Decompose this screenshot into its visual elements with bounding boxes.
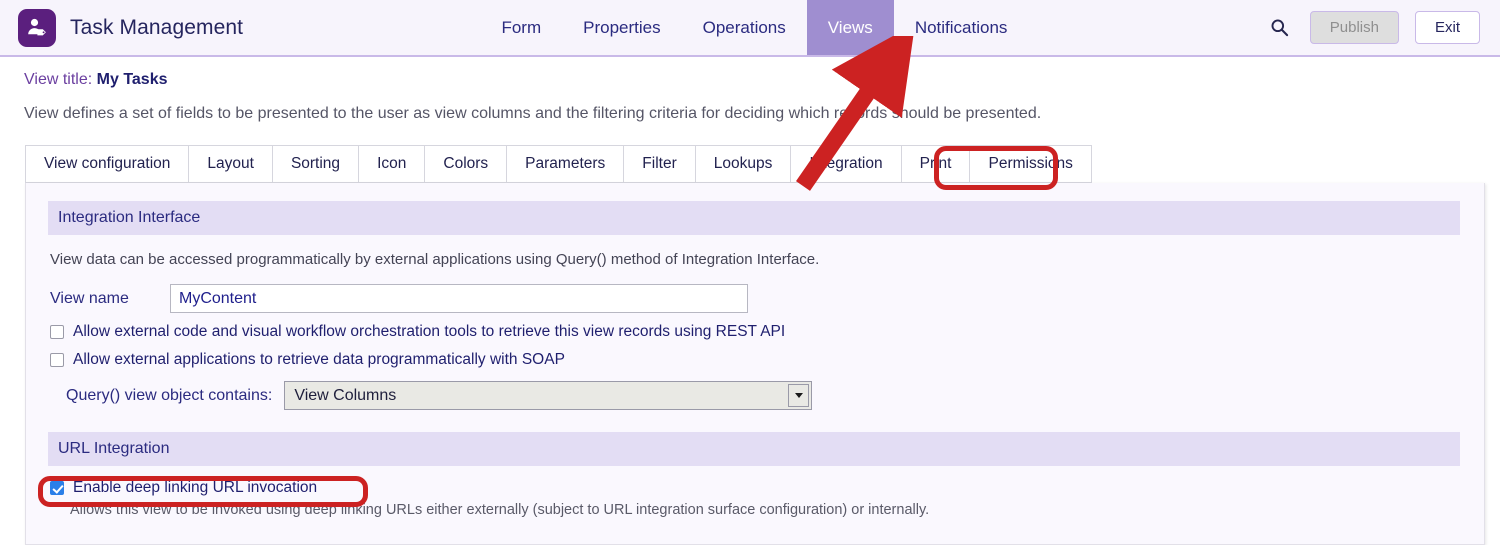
checkbox-row-rest-api[interactable]: Allow external code and visual workflow … <box>48 323 1462 341</box>
chevron-down-icon[interactable] <box>788 384 809 407</box>
nav-item-properties[interactable]: Properties <box>562 0 681 55</box>
publish-button[interactable]: Publish <box>1310 11 1399 44</box>
tab-print[interactable]: Print <box>901 145 970 183</box>
tab-view-configuration[interactable]: View configuration <box>25 145 188 183</box>
app-title: Task Management <box>70 16 243 40</box>
integration-interface-note: View data can be accessed programmatical… <box>50 251 1462 268</box>
checkbox-rest-api[interactable] <box>50 325 64 339</box>
checkbox-deep-linking-label: Enable deep linking URL invocation <box>73 479 317 497</box>
view-description: View defines a set of fields to be prese… <box>24 105 1500 123</box>
tab-sorting[interactable]: Sorting <box>272 145 358 183</box>
view-name-label: View name <box>48 290 170 308</box>
query-object-select[interactable]: View Columns <box>284 381 812 410</box>
view-name-row: View name <box>48 284 1462 313</box>
tab-layout[interactable]: Layout <box>188 145 272 183</box>
tab-icon[interactable]: Icon <box>358 145 424 183</box>
tab-integration[interactable]: Integration <box>790 145 900 183</box>
checkbox-soap[interactable] <box>50 353 64 367</box>
integration-settings-panel: Integration Interface View data can be a… <box>25 183 1485 545</box>
nav-item-operations[interactable]: Operations <box>682 0 807 55</box>
view-title-prefix: View title: <box>24 71 92 88</box>
main-navigation: Form Properties Operations Views Notific… <box>243 0 1266 55</box>
query-object-row: Query() view object contains: View Colum… <box>48 381 1462 410</box>
deep-linking-hint: Allows this view to be invoked using dee… <box>48 502 1462 518</box>
checkbox-rest-api-label: Allow external code and visual workflow … <box>73 323 785 341</box>
view-title-value: My Tasks <box>97 71 168 88</box>
view-meta: View title: My Tasks View defines a set … <box>0 57 1500 123</box>
query-object-label: Query() view object contains: <box>66 387 272 405</box>
checkbox-row-deep-linking[interactable]: Enable deep linking URL invocation <box>48 479 1462 497</box>
nav-item-notifications[interactable]: Notifications <box>894 0 1029 55</box>
tab-colors[interactable]: Colors <box>424 145 506 183</box>
view-title: View title: My Tasks <box>24 71 1500 89</box>
url-integration-heading: URL Integration <box>48 432 1460 466</box>
checkbox-row-soap[interactable]: Allow external applications to retrieve … <box>48 351 1462 369</box>
app-brand: Task Management <box>0 0 243 55</box>
integration-interface-heading: Integration Interface <box>48 201 1460 235</box>
query-object-selected-value: View Columns <box>285 387 396 405</box>
tab-parameters[interactable]: Parameters <box>506 145 623 183</box>
checkbox-deep-linking[interactable] <box>50 481 64 495</box>
header-actions: Publish Exit <box>1266 0 1500 55</box>
nav-item-views[interactable]: Views <box>807 0 894 55</box>
user-tag-icon <box>18 9 56 47</box>
top-header-bar: Task Management Form Properties Operatio… <box>0 0 1500 57</box>
settings-tab-row: View configuration Layout Sorting Icon C… <box>0 143 1500 183</box>
tab-permissions[interactable]: Permissions <box>969 145 1091 183</box>
view-name-input[interactable] <box>170 284 748 313</box>
checkbox-soap-label: Allow external applications to retrieve … <box>73 351 565 369</box>
nav-item-form[interactable]: Form <box>480 0 562 55</box>
tab-filter[interactable]: Filter <box>623 145 694 183</box>
tab-lookups[interactable]: Lookups <box>695 145 791 183</box>
exit-button[interactable]: Exit <box>1415 11 1480 44</box>
search-icon[interactable] <box>1266 14 1294 42</box>
